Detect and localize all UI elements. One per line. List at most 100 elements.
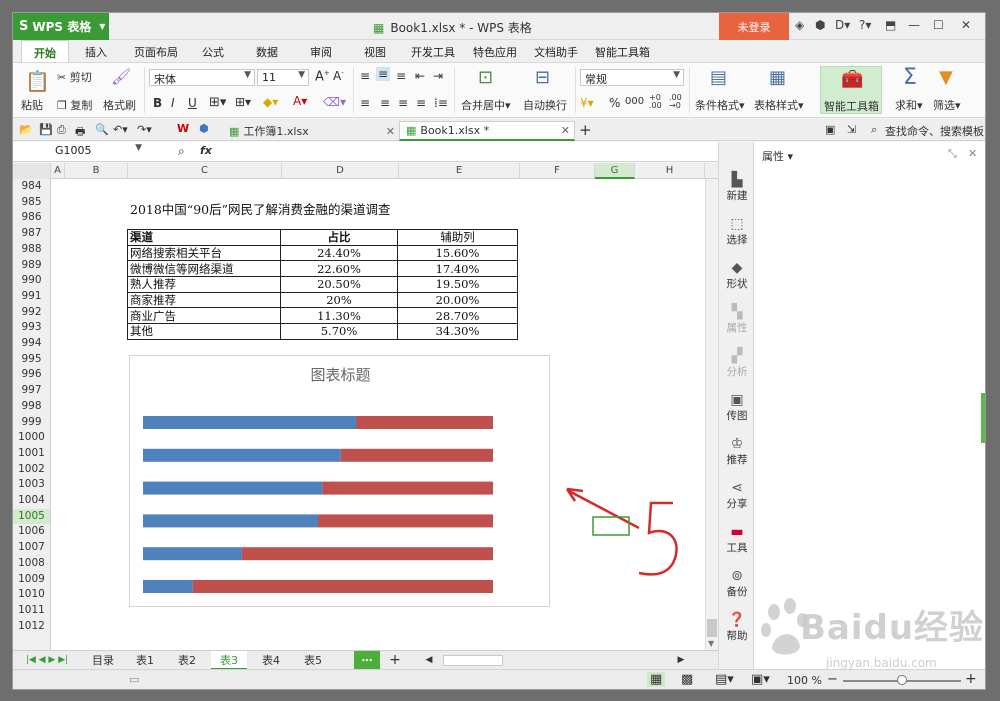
sheet-tab-active[interactable]: 表3 <box>211 651 247 670</box>
tab-book1[interactable]: ▦ Book1.xlsx * ✕ <box>399 121 575 141</box>
table-cell[interactable]: 17.40% <box>397 260 518 278</box>
indent-increase-icon[interactable]: ⇥ <box>433 69 443 83</box>
open-folder-icon[interactable]: 📂 <box>19 123 33 136</box>
zoom-level[interactable]: 100 % <box>787 674 822 687</box>
more-sheets-button[interactable]: ⋯ <box>354 651 380 670</box>
sidebar-item-share[interactable]: ⋖ 分享 <box>719 480 755 511</box>
table-cell[interactable]: 20.50% <box>280 276 398 293</box>
sidebar-item-backup[interactable]: ⊚ 备份 <box>719 568 755 599</box>
menu-smart-tools[interactable]: 智能工具箱 <box>595 44 650 60</box>
chart-object[interactable]: 图表标题 <box>129 355 550 607</box>
menu-data[interactable]: 数据 <box>256 44 278 60</box>
bar-segment-series-1[interactable] <box>143 580 193 593</box>
maximize-icon[interactable]: ☐ <box>933 18 944 32</box>
row-header[interactable]: 1005 <box>13 508 50 525</box>
row-header[interactable]: 1012 <box>13 619 50 635</box>
bar-segment-series-2[interactable] <box>340 448 493 462</box>
header-cell[interactable]: 渠道 <box>127 229 281 246</box>
align-bottom-icon[interactable]: ≡ <box>396 69 406 83</box>
bar-segment-series-1[interactable] <box>143 448 341 462</box>
menu-home[interactable]: 开始 <box>21 40 69 62</box>
table-cell[interactable]: 商家推荐 <box>127 291 281 309</box>
number-format-select[interactable]: 常规 ▼ <box>580 69 684 86</box>
menu-doc-assistant[interactable]: 文档助手 <box>534 44 578 60</box>
row-header[interactable]: 987 <box>13 226 50 242</box>
align-right-icon[interactable]: ≡ <box>398 96 408 110</box>
table-style-button[interactable]: 表格样式▾ <box>754 97 804 113</box>
sidebar-item-new[interactable]: ▙ 新建 <box>719 172 755 203</box>
row-header[interactable]: 993 <box>13 320 50 336</box>
export-pdf-icon[interactable]: ⎙ <box>57 123 66 137</box>
row-header[interactable]: 1003 <box>13 477 50 493</box>
table-cell[interactable]: 22.60% <box>280 260 398 278</box>
normal-view-icon[interactable]: ▦ <box>647 672 666 687</box>
add-sheet-icon[interactable]: + <box>385 651 405 670</box>
scroll-left-icon[interactable]: ◀ <box>423 651 435 670</box>
menu-insert[interactable]: 插入 <box>85 44 107 60</box>
col-header-b[interactable]: B <box>65 163 128 179</box>
col-header-e[interactable]: E <box>399 163 520 179</box>
minimize-icon[interactable]: — <box>908 18 920 32</box>
clear-format-icon[interactable]: ⌫▾ <box>323 95 346 109</box>
table-cell[interactable]: 28.70% <box>397 307 518 325</box>
sidebar-item-shape[interactable]: ◆ 形状 <box>719 260 755 291</box>
print-icon[interactable]: 🖶 <box>75 123 85 142</box>
feedback-icon[interactable]: D▾ <box>835 18 850 32</box>
settings-icon[interactable]: ⬢ <box>815 18 825 32</box>
menu-features[interactable]: 特色应用 <box>473 44 517 60</box>
page-layout-view-icon[interactable]: ▤▾ <box>715 672 734 687</box>
panel-title[interactable]: 属性 ▾ <box>762 148 793 164</box>
close-tab-icon[interactable]: ✕ <box>386 125 395 138</box>
save-icon[interactable]: 💾 <box>39 123 53 136</box>
row-header[interactable]: 988 <box>13 242 50 258</box>
align-middle-icon[interactable]: ≡ <box>376 67 391 81</box>
indent-decrease-icon[interactable]: ⇤ <box>415 69 425 83</box>
wrap-text-button[interactable]: 自动换行 <box>523 97 567 113</box>
scroll-right-icon[interactable]: ▶ <box>675 651 687 670</box>
col-header-f[interactable]: F <box>520 163 595 179</box>
table-cell[interactable]: 19.50% <box>397 276 518 293</box>
align-left-icon[interactable]: ≡ <box>360 96 370 110</box>
sheet-style-icon[interactable]: ⊞▾ <box>235 95 251 109</box>
scrollbar-thumb[interactable] <box>707 619 717 637</box>
underline-icon[interactable]: U <box>188 96 197 110</box>
zoom-slider-thumb[interactable] <box>897 675 907 685</box>
bar-segment-series-1[interactable] <box>143 416 357 429</box>
col-header-d[interactable]: D <box>282 163 399 179</box>
table-cell[interactable]: 网络搜索相关平台 <box>127 244 281 262</box>
shrink-font-icon[interactable]: A- <box>333 69 344 83</box>
page-icon[interactable]: ▭ <box>129 673 139 686</box>
row-header[interactable]: 995 <box>13 352 50 368</box>
row-header[interactable]: 996 <box>13 367 50 383</box>
menu-developer[interactable]: 开发工具 <box>411 44 455 60</box>
row-header[interactable]: 997 <box>13 383 50 399</box>
row-header[interactable]: 999 <box>13 415 50 431</box>
menu-formula[interactable]: 公式 <box>202 44 224 60</box>
login-button[interactable]: 未登录 <box>719 13 789 40</box>
zoom-slider[interactable] <box>843 675 961 685</box>
command-search[interactable]: 查找命令、搜索模板 <box>885 123 984 139</box>
comment-icon[interactable]: ▣ <box>825 123 835 136</box>
sidebar-item-recommend[interactable]: ♔ 推荐 <box>719 436 755 467</box>
table-cell[interactable]: 34.30% <box>397 323 518 340</box>
table-cell[interactable]: 11.30% <box>280 307 398 325</box>
bar-segment-series-1[interactable] <box>143 547 242 561</box>
sum-button[interactable]: 求和▾ <box>895 97 923 113</box>
table-cell[interactable]: 其他 <box>127 323 281 340</box>
bar-segment-series-2[interactable] <box>356 416 494 429</box>
justify-icon[interactable]: ≡ <box>416 96 426 110</box>
skin-icon[interactable]: ◈ <box>795 18 804 32</box>
row-header[interactable]: 1006 <box>13 524 50 540</box>
spreadsheet-grid[interactable]: A B C D E F G H 984 985 986 987 988 989 990 991… <box>13 163 718 650</box>
row-header[interactable]: 1009 <box>13 572 50 588</box>
col-header-g[interactable]: G <box>595 163 635 179</box>
menu-page-layout[interactable]: 页面布局 <box>134 44 178 60</box>
table-cell[interactable]: 5.70% <box>280 323 398 340</box>
sheet-nav-arrows-icon[interactable]: |◀ ◀ ▶ ▶| <box>17 651 77 670</box>
row-header[interactable]: 994 <box>13 336 50 352</box>
copy-button[interactable]: ❐ 复制 <box>57 97 92 113</box>
cube-icon[interactable]: ⬢ <box>199 122 209 135</box>
row-header[interactable]: 1011 <box>13 603 50 619</box>
row-header[interactable]: 989 <box>13 258 50 274</box>
horizontal-scrollbar-thumb[interactable] <box>443 655 503 666</box>
